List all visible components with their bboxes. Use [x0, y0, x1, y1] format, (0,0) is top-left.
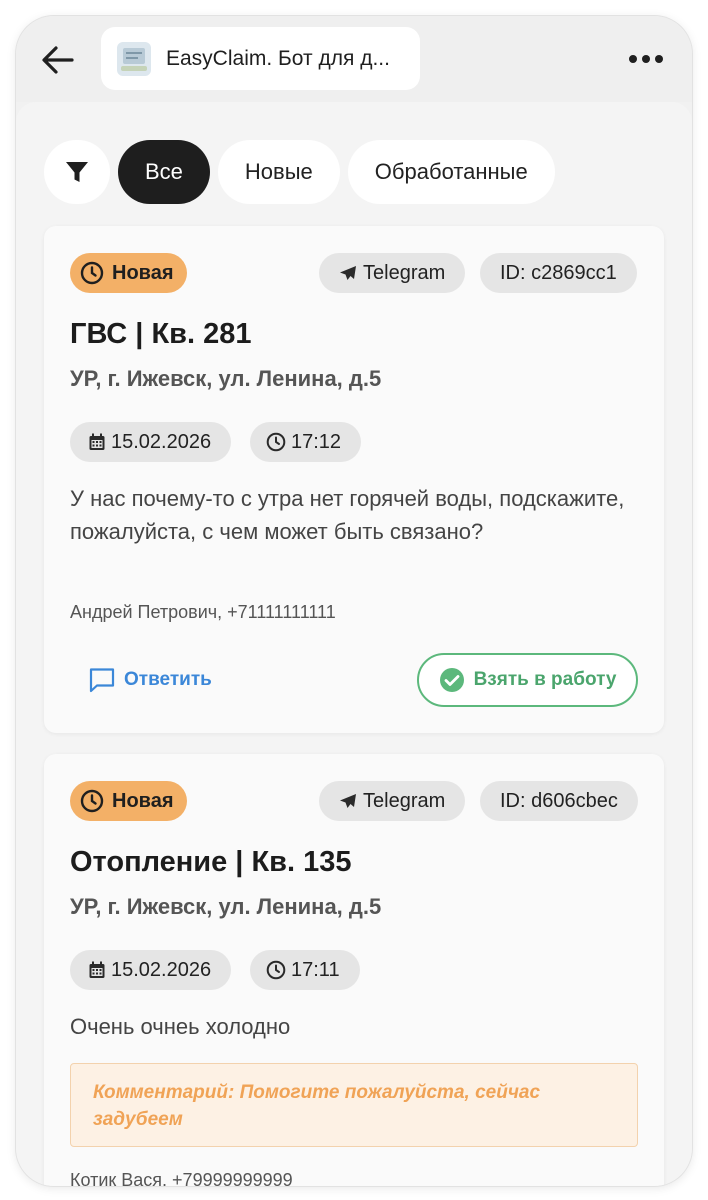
claim-id-badge: ID: d606cbec: [480, 781, 638, 821]
clock-icon: [266, 960, 286, 980]
claim-date: 15.02.2026: [111, 958, 212, 981]
filter-chip-processed[interactable]: Обработанные: [347, 140, 555, 204]
claim-message: У нас почему-то с утра нет горячей воды,…: [70, 486, 625, 544]
date-badge: 15.02.2026: [70, 950, 232, 990]
take-to-work-button[interactable]: Взять в работу: [417, 653, 638, 707]
clock-icon: [266, 432, 286, 452]
calendar-icon: [89, 433, 105, 450]
reply-button[interactable]: Ответить: [88, 664, 212, 696]
filter-bar: Все Новые Обработанные: [44, 140, 555, 204]
claim-title: ГВС | Кв. 281: [70, 318, 252, 350]
status-label: Новая: [112, 789, 174, 812]
claim-address: УР, г. Ижевск, ул. Ленина, д.5: [70, 366, 382, 391]
claim-time: 17:12: [291, 430, 342, 453]
claim-message: Очень очнеь холодно: [70, 1014, 291, 1039]
phone-screen: EasyClaim. Бот для д... Все Новые Обрабо…: [16, 16, 692, 1186]
telegram-icon: [340, 794, 356, 808]
claim-id-badge: ID: c2869cc1: [480, 253, 637, 293]
claim-author: Андрей Петрович, +71111111111: [70, 602, 336, 622]
time-badge: 17:11: [250, 950, 360, 990]
calendar-icon: [89, 961, 105, 978]
source-label: Telegram: [363, 261, 446, 284]
claim-id: ID: d606cbec: [500, 789, 618, 812]
telegram-icon: [340, 266, 356, 280]
filter-chip-all[interactable]: Все: [118, 140, 210, 204]
arrow-left-icon: [42, 46, 74, 74]
clock-icon: [80, 261, 104, 285]
bot-title-pill[interactable]: EasyClaim. Бот для д...: [101, 27, 420, 90]
claims-panel: Все Новые Обработанные Новая Telegram ID…: [16, 102, 692, 1186]
reply-label: Ответить: [124, 669, 212, 690]
claim-author: Котик Вася, +79999999999: [70, 1170, 293, 1186]
clock-icon: [80, 789, 104, 813]
status-badge: Новая: [70, 253, 188, 293]
claim-time: 17:11: [291, 958, 340, 981]
more-horizontal-icon: [629, 55, 663, 63]
time-badge: 17:12: [250, 422, 362, 462]
claim-title: Отопление | Кв. 135: [70, 846, 352, 878]
claim-date: 15.02.2026: [111, 430, 212, 453]
filter-chip-new[interactable]: Новые: [217, 140, 340, 204]
funnel-icon: [66, 162, 88, 182]
check-circle-icon: [439, 668, 464, 692]
chat-bubble-icon: [89, 668, 115, 693]
bot-avatar: [117, 41, 151, 76]
claim-address: УР, г. Ижевск, ул. Ленина, д.5: [70, 894, 382, 919]
claim-card[interactable]: Новая Telegram ID: d606cbec Отопление | …: [44, 754, 664, 1186]
source-badge: Telegram: [319, 781, 466, 821]
claim-comment: Комментарий: Помогите пожалуйста, сейчас…: [70, 1063, 638, 1147]
more-menu-button[interactable]: [624, 42, 668, 76]
source-badge: Telegram: [319, 253, 466, 293]
take-to-work-label: Взять в работу: [473, 669, 617, 690]
source-label: Telegram: [363, 789, 446, 812]
status-badge: Новая: [70, 781, 188, 821]
top-bar: EasyClaim. Бот для д...: [16, 16, 692, 102]
date-badge: 15.02.2026: [70, 422, 232, 462]
back-button[interactable]: [38, 40, 78, 80]
filter-button[interactable]: [44, 140, 110, 204]
status-label: Новая: [112, 261, 174, 284]
bot-title: EasyClaim. Бот для д...: [166, 46, 390, 70]
claim-card[interactable]: Новая Telegram ID: c2869cc1 ГВС | Кв. 28…: [44, 226, 664, 733]
claim-id: ID: c2869cc1: [500, 261, 617, 284]
